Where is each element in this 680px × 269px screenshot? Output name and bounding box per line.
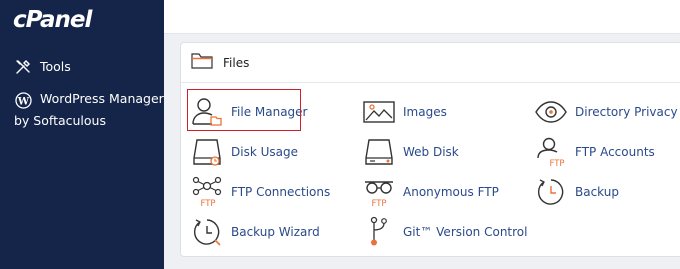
git-version-control-link[interactable]: Git™ Version Control	[363, 216, 527, 248]
backup-wizard-link[interactable]: Backup Wizard	[191, 216, 320, 248]
backup-icon	[535, 176, 567, 208]
backup-link[interactable]: Backup	[535, 176, 619, 208]
ftp-connections-link[interactable]: FTP FTP Connections	[191, 176, 331, 209]
tools-icon	[14, 58, 32, 76]
disk-usage-label: Disk Usage	[231, 145, 298, 159]
ftp-connections-icon: FTP	[191, 176, 223, 209]
backup-label: Backup	[575, 185, 619, 199]
svg-text:W: W	[16, 96, 29, 107]
images-icon	[363, 96, 395, 128]
top-bar	[164, 0, 680, 34]
git-version-control-label: Git™ Version Control	[403, 225, 528, 239]
ftp-accounts-link[interactable]: FTP FTP Accounts	[535, 136, 655, 169]
svg-text:FTP: FTP	[371, 199, 386, 208]
web-disk-icon	[363, 136, 395, 168]
images-label: Images	[403, 105, 447, 119]
ftp-accounts-icon: FTP	[535, 136, 567, 169]
web-disk-link[interactable]: Web Disk	[363, 136, 459, 168]
directory-privacy-label: Directory Privacy	[575, 105, 678, 119]
anonymous-ftp-icon: FTP	[363, 176, 395, 209]
anonymous-ftp-link[interactable]: FTP Anonymous FTP	[363, 176, 499, 209]
folder-icon	[191, 52, 213, 74]
disk-usage-icon	[191, 136, 223, 168]
backup-wizard-label: Backup Wizard	[231, 225, 320, 239]
ftp-accounts-label: FTP Accounts	[575, 145, 655, 159]
cpanel-logo[interactable]: cPanel	[13, 7, 92, 33]
git-icon	[363, 216, 395, 248]
disk-usage-link[interactable]: Disk Usage	[191, 136, 298, 168]
sidebar-item-wordpress-manager[interactable]: W WordPress Manager by Softaculous	[14, 88, 164, 132]
images-link[interactable]: Images	[363, 96, 447, 128]
sidebar-item-tools[interactable]: Tools	[14, 56, 71, 78]
svg-text:FTP: FTP	[200, 199, 215, 208]
sidebar-item-label: WordPress Manager	[40, 91, 164, 106]
svg-text:FTP: FTP	[549, 159, 564, 168]
directory-privacy-link[interactable]: Directory Privacy	[535, 96, 678, 128]
eye-icon	[535, 96, 567, 128]
file-manager-highlight	[187, 89, 301, 131]
sidebar: cPanel Tools W WordPress Manager by Soft…	[0, 0, 164, 269]
sidebar-item-label: Tools	[40, 59, 71, 74]
ftp-connections-label: FTP Connections	[231, 185, 331, 199]
backup-wizard-icon	[191, 216, 223, 248]
web-disk-label: Web Disk	[403, 145, 459, 159]
sidebar-item-sublabel: by Softaculous	[14, 113, 106, 128]
cpanel-screen: cPanel Tools W WordPress Manager by Soft…	[0, 0, 680, 269]
files-panel-title: Files	[223, 55, 250, 70]
files-panel-header[interactable]: Files	[181, 43, 680, 83]
wordpress-icon: W	[14, 91, 32, 109]
anonymous-ftp-label: Anonymous FTP	[403, 185, 499, 199]
